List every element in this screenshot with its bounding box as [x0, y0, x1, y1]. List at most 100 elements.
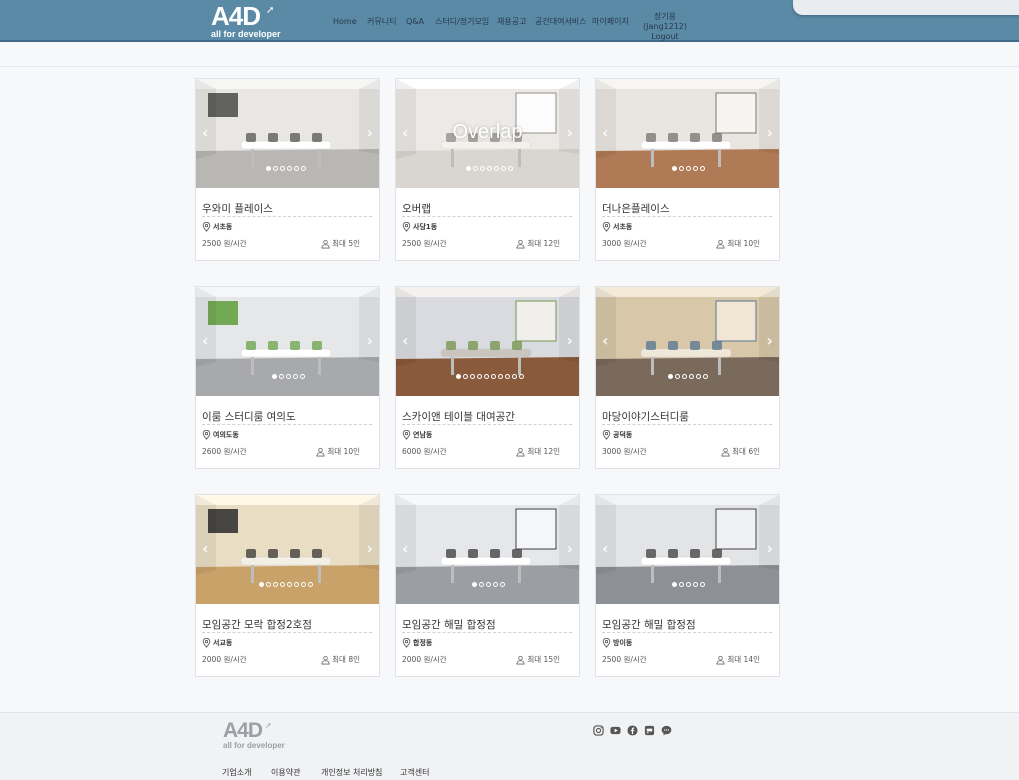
instagram-icon[interactable]: [593, 725, 604, 736]
carousel-dot[interactable]: [280, 166, 285, 171]
blog-icon[interactable]: [644, 725, 655, 736]
carousel-dot[interactable]: [301, 582, 306, 587]
carousel-dot[interactable]: [287, 166, 292, 171]
carousel-dot[interactable]: [498, 374, 503, 379]
carousel-dot[interactable]: [689, 374, 694, 379]
space-photo[interactable]: ‹ ›: [396, 287, 579, 396]
carousel-next-icon[interactable]: ›: [366, 541, 373, 557]
carousel-next-icon[interactable]: ›: [566, 125, 573, 141]
carousel-dot[interactable]: [487, 166, 492, 171]
carousel-dot[interactable]: [493, 582, 498, 587]
carousel-prev-icon[interactable]: ‹: [402, 125, 409, 141]
space-name[interactable]: 마당이야기스터디룸: [602, 409, 689, 424]
carousel-dot[interactable]: [477, 374, 482, 379]
facebook-icon[interactable]: [627, 725, 638, 736]
carousel-next-icon[interactable]: ›: [766, 541, 773, 557]
carousel-dot[interactable]: [301, 166, 306, 171]
space-card[interactable]: ‹ › 마당이야기스터디룸 공덕동 3000 원/시간 최대 6인: [595, 286, 780, 469]
carousel-next-icon[interactable]: ›: [366, 333, 373, 349]
carousel-dot[interactable]: [672, 166, 677, 171]
carousel-dot[interactable]: [693, 582, 698, 587]
space-card[interactable]: ‹ › 더나은플레이스 서초동 3000 원/시간 최대 10인: [595, 78, 780, 261]
carousel-dot[interactable]: [668, 374, 673, 379]
carousel-prev-icon[interactable]: ‹: [402, 333, 409, 349]
space-card[interactable]: ‹ › 모임공간 해밀 합정점 방이동 2500 원/시간 최대 14인: [595, 494, 780, 677]
youtube-icon[interactable]: [610, 725, 621, 736]
carousel-dot[interactable]: [508, 166, 513, 171]
carousel-prev-icon[interactable]: ‹: [402, 541, 409, 557]
logout-button[interactable]: Logout: [634, 32, 696, 42]
space-card[interactable]: ‹ › 모임공간 모락 합정2호점 서교동 2000 원/시간 최대 8인: [195, 494, 380, 677]
carousel-dot[interactable]: [505, 374, 510, 379]
carousel-dot[interactable]: [308, 582, 313, 587]
space-card[interactable]: ‹ › 스카이앤 테이블 대여공간 연남동 6000 원/시간 최대 12인: [395, 286, 580, 469]
nav-community[interactable]: 커뮤니티: [367, 17, 396, 27]
carousel-dot[interactable]: [491, 374, 496, 379]
carousel-prev-icon[interactable]: ‹: [602, 541, 609, 557]
carousel-dot[interactable]: [470, 374, 475, 379]
carousel-dot[interactable]: [293, 374, 298, 379]
footer-logo[interactable]: A4D all for developer ➚: [223, 720, 285, 750]
space-card[interactable]: ‹ › 우와미 플레이스 서초동 2500 원/시간 최대 5인: [195, 78, 380, 261]
carousel-next-icon[interactable]: ›: [366, 125, 373, 141]
space-name[interactable]: 스카이앤 테이블 대여공간: [402, 409, 515, 424]
chat-icon[interactable]: [661, 725, 672, 736]
carousel-dot[interactable]: [679, 582, 684, 587]
carousel-dot[interactable]: [519, 374, 524, 379]
carousel-dot[interactable]: [703, 374, 708, 379]
carousel-dot[interactable]: [494, 166, 499, 171]
footer-link-terms[interactable]: 이용약관: [271, 767, 300, 778]
carousel-dot[interactable]: [500, 582, 505, 587]
carousel-dot[interactable]: [700, 166, 705, 171]
carousel-dot[interactable]: [672, 582, 677, 587]
footer-link-company[interactable]: 기업소개: [222, 767, 251, 778]
carousel-dot[interactable]: [484, 374, 489, 379]
carousel-dot[interactable]: [273, 582, 278, 587]
carousel-dot[interactable]: [279, 374, 284, 379]
space-photo[interactable]: ‹ ›: [596, 79, 779, 188]
carousel-dot[interactable]: [294, 582, 299, 587]
carousel-next-icon[interactable]: ›: [566, 541, 573, 557]
carousel-dot[interactable]: [473, 166, 478, 171]
carousel-next-icon[interactable]: ›: [766, 125, 773, 141]
nav-mypage[interactable]: 마이페이지: [592, 17, 629, 27]
carousel-dot[interactable]: [696, 374, 701, 379]
nav-home[interactable]: Home: [333, 17, 357, 27]
carousel-prev-icon[interactable]: ‹: [602, 333, 609, 349]
carousel-dot[interactable]: [286, 374, 291, 379]
space-photo[interactable]: ‹ ›: [596, 287, 779, 396]
space-name[interactable]: 모임공간 해밀 합정점: [402, 617, 496, 632]
carousel-dot[interactable]: [266, 166, 271, 171]
carousel-dot[interactable]: [679, 166, 684, 171]
carousel-dot[interactable]: [287, 582, 292, 587]
space-card[interactable]: ‹ › 모임공간 해밀 합정점 합정동 2000 원/시간 최대 15인: [395, 494, 580, 677]
nav-study[interactable]: 스터디/정기모임: [435, 17, 489, 27]
carousel-dot[interactable]: [479, 582, 484, 587]
carousel-dot[interactable]: [272, 374, 277, 379]
space-card[interactable]: ‹ › 이룸 스터디룸 여의도 여의도동 2600 원/시간 최대 10인: [195, 286, 380, 469]
carousel-dot[interactable]: [693, 166, 698, 171]
space-name[interactable]: 이룸 스터디룸 여의도: [202, 409, 296, 424]
space-photo[interactable]: ‹ ›: [196, 495, 379, 604]
carousel-prev-icon[interactable]: ‹: [202, 125, 209, 141]
carousel-dot[interactable]: [294, 166, 299, 171]
carousel-dot[interactable]: [273, 166, 278, 171]
site-logo[interactable]: A4D all for developer ➚: [211, 3, 281, 39]
carousel-prev-icon[interactable]: ‹: [202, 333, 209, 349]
carousel-dot[interactable]: [675, 374, 680, 379]
carousel-next-icon[interactable]: ›: [566, 333, 573, 349]
carousel-dot[interactable]: [463, 374, 468, 379]
carousel-dot[interactable]: [486, 582, 491, 587]
carousel-prev-icon[interactable]: ‹: [602, 125, 609, 141]
nav-qna[interactable]: Q&A: [406, 17, 424, 27]
carousel-dot[interactable]: [259, 582, 264, 587]
carousel-dot[interactable]: [512, 374, 517, 379]
space-photo[interactable]: ‹ ›: [196, 287, 379, 396]
carousel-dot[interactable]: [466, 166, 471, 171]
carousel-dot[interactable]: [480, 166, 485, 171]
nav-space-rental[interactable]: 공간대여서비스: [535, 17, 587, 27]
footer-link-support[interactable]: 고객센터: [400, 767, 429, 778]
space-card[interactable]: Overlap ‹ › 오버랩 사당1동 2500 원/시간 최대 12인: [395, 78, 580, 261]
space-photo[interactable]: ‹ ›: [596, 495, 779, 604]
nav-jobs[interactable]: 채용공고: [497, 17, 526, 27]
